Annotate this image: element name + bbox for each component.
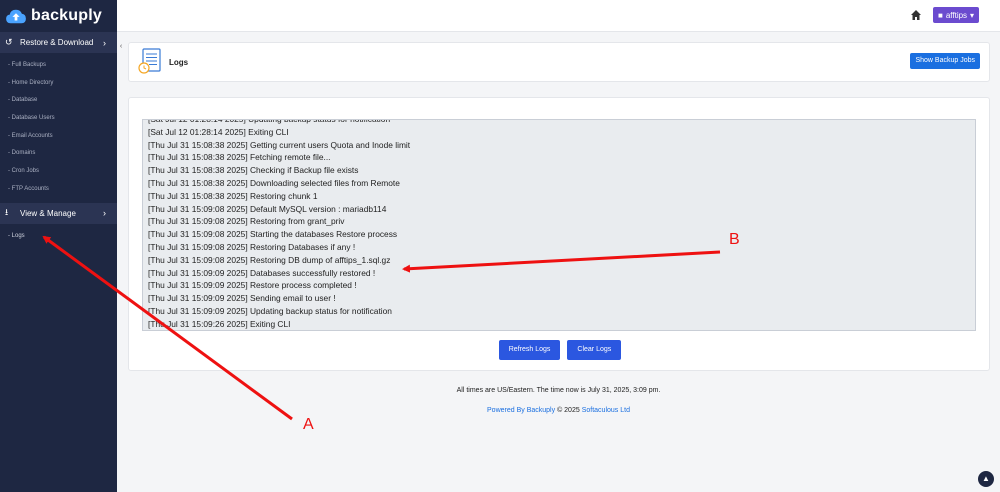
- sidebar-item-database[interactable]: - Database: [0, 92, 117, 110]
- footer-powered: Powered By Backuply © 2025 Softaculous L…: [117, 407, 1000, 414]
- user-name: afftips: [945, 10, 968, 20]
- log-line: [Sat Jul 12 01:28:14 2025] Updating back…: [148, 119, 391, 124]
- logs-card: [Sat Jul 12 01:28:14 2025] Updating back…: [128, 97, 990, 371]
- restore-icon: ↺: [5, 37, 13, 47]
- footer-time-note: All times are US/Eastern. The time now i…: [456, 387, 661, 394]
- restore-download-submenu: - Full Backups - Home Directory - Databa…: [0, 53, 117, 203]
- annotation-label-b: B: [729, 231, 740, 248]
- home-icon[interactable]: [910, 9, 922, 21]
- chevron-right-icon: ›: [103, 208, 106, 218]
- log-line: [Thu Jul 31 15:09:09 2025] Databases suc…: [148, 267, 376, 278]
- log-line: [Thu Jul 31 15:09:08 2025] Default MySQL…: [148, 203, 387, 214]
- log-line: [Thu Jul 31 15:09:26 2025] Exiting CLI: [148, 318, 291, 329]
- log-lines: [Sat Jul 12 01:28:14 2025] Updating back…: [148, 119, 411, 330]
- logs-file-icon: [138, 48, 161, 74]
- menu-group-label: View & Manage: [20, 208, 76, 218]
- sidebar-item-email-accounts[interactable]: - Email Accounts: [0, 128, 117, 146]
- log-line: [Thu Jul 31 15:09:09 2025] Sending email…: [148, 293, 336, 304]
- log-line: [Thu Jul 31 15:09:08 2025] Starting the …: [148, 229, 398, 240]
- log-actions: Refresh Logs Clear Logs: [129, 340, 991, 360]
- show-backup-jobs-button[interactable]: Show Backup Jobs: [910, 53, 980, 69]
- annotation-label-a: A: [303, 416, 314, 433]
- chevron-up-icon[interactable]: ▲: [978, 471, 994, 487]
- sidebar-item-cron-jobs[interactable]: - Cron Jobs: [0, 163, 117, 181]
- user-icon: ■: [938, 10, 943, 20]
- log-line: [Thu Jul 31 15:09:09 2025] Restore proce…: [148, 280, 357, 291]
- menu-group-restore-download[interactable]: ↺ Restore & Download ›: [0, 32, 117, 53]
- caret-down-icon: ▾: [970, 10, 975, 20]
- company-link[interactable]: Softaculous Ltd: [582, 407, 630, 414]
- log-line: [Thu Jul 31 15:08:38 2025] Fetching remo…: [148, 152, 331, 163]
- sidebar-item-home-directory[interactable]: - Home Directory: [0, 75, 117, 93]
- download-icon: ⭳: [5, 207, 9, 217]
- sidebar-item-database-users[interactable]: - Database Users: [0, 110, 117, 128]
- powered-by-link[interactable]: Powered By Backuply: [487, 407, 555, 414]
- refresh-logs-button[interactable]: Refresh Logs: [498, 340, 561, 360]
- log-line: [Thu Jul 31 15:09:08 2025] Restoring fro…: [148, 216, 345, 227]
- menu-group-label: Restore & Download: [20, 38, 94, 47]
- brand-logo[interactable]: backuply: [0, 0, 117, 32]
- view-manage-submenu: - Logs: [0, 224, 117, 250]
- sidebar-item-logs[interactable]: - Logs: [0, 228, 117, 246]
- log-line: [Sat Jul 12 01:28:14 2025] Exiting CLI: [148, 126, 289, 137]
- log-line: [Thu Jul 31 15:09:08 2025] Restoring Dat…: [148, 241, 356, 252]
- cloud-upload-icon: [6, 9, 26, 24]
- clear-logs-button[interactable]: Clear Logs: [567, 340, 622, 360]
- log-line: [Thu Jul 31 15:09:08 2025] Restoring DB …: [148, 254, 391, 265]
- log-output[interactable]: [Sat Jul 12 01:28:14 2025] Updating back…: [142, 119, 976, 331]
- menu-group-view-manage[interactable]: ⭳ View & Manage ›: [0, 202, 117, 224]
- copyright-text: © 2025: [557, 407, 580, 414]
- chevron-right-icon: ›: [103, 37, 106, 48]
- sidebar-collapse-chevron-icon[interactable]: ‹: [117, 42, 125, 52]
- log-line: [Thu Jul 31 15:08:38 2025] Getting curre…: [148, 139, 411, 150]
- sidebar-item-ftp-accounts[interactable]: - FTP Accounts: [0, 181, 117, 199]
- log-line: [Thu Jul 31 15:09:09 2025] Updating back…: [148, 305, 392, 316]
- user-menu-button[interactable]: ■ afftips ▾: [933, 7, 980, 23]
- log-line: [Thu Jul 31 15:08:38 2025] Restoring chu…: [148, 190, 318, 201]
- sidebar-item-full-backups[interactable]: - Full Backups: [0, 57, 117, 75]
- page-header-card: Logs Show Backup Jobs: [128, 42, 990, 82]
- sidebar: backuply ↺ Restore & Download › - Full B…: [0, 0, 117, 492]
- topbar: ■ afftips ▾: [117, 0, 1000, 32]
- log-line: [Thu Jul 31 15:08:38 2025] Downloading s…: [148, 177, 400, 188]
- sidebar-item-domains[interactable]: - Domains: [0, 145, 117, 163]
- log-line: [Thu Jul 31 15:08:38 2025] Checking if B…: [148, 165, 359, 176]
- brand-name: backuply: [31, 7, 102, 24]
- page-title: Logs: [169, 58, 189, 67]
